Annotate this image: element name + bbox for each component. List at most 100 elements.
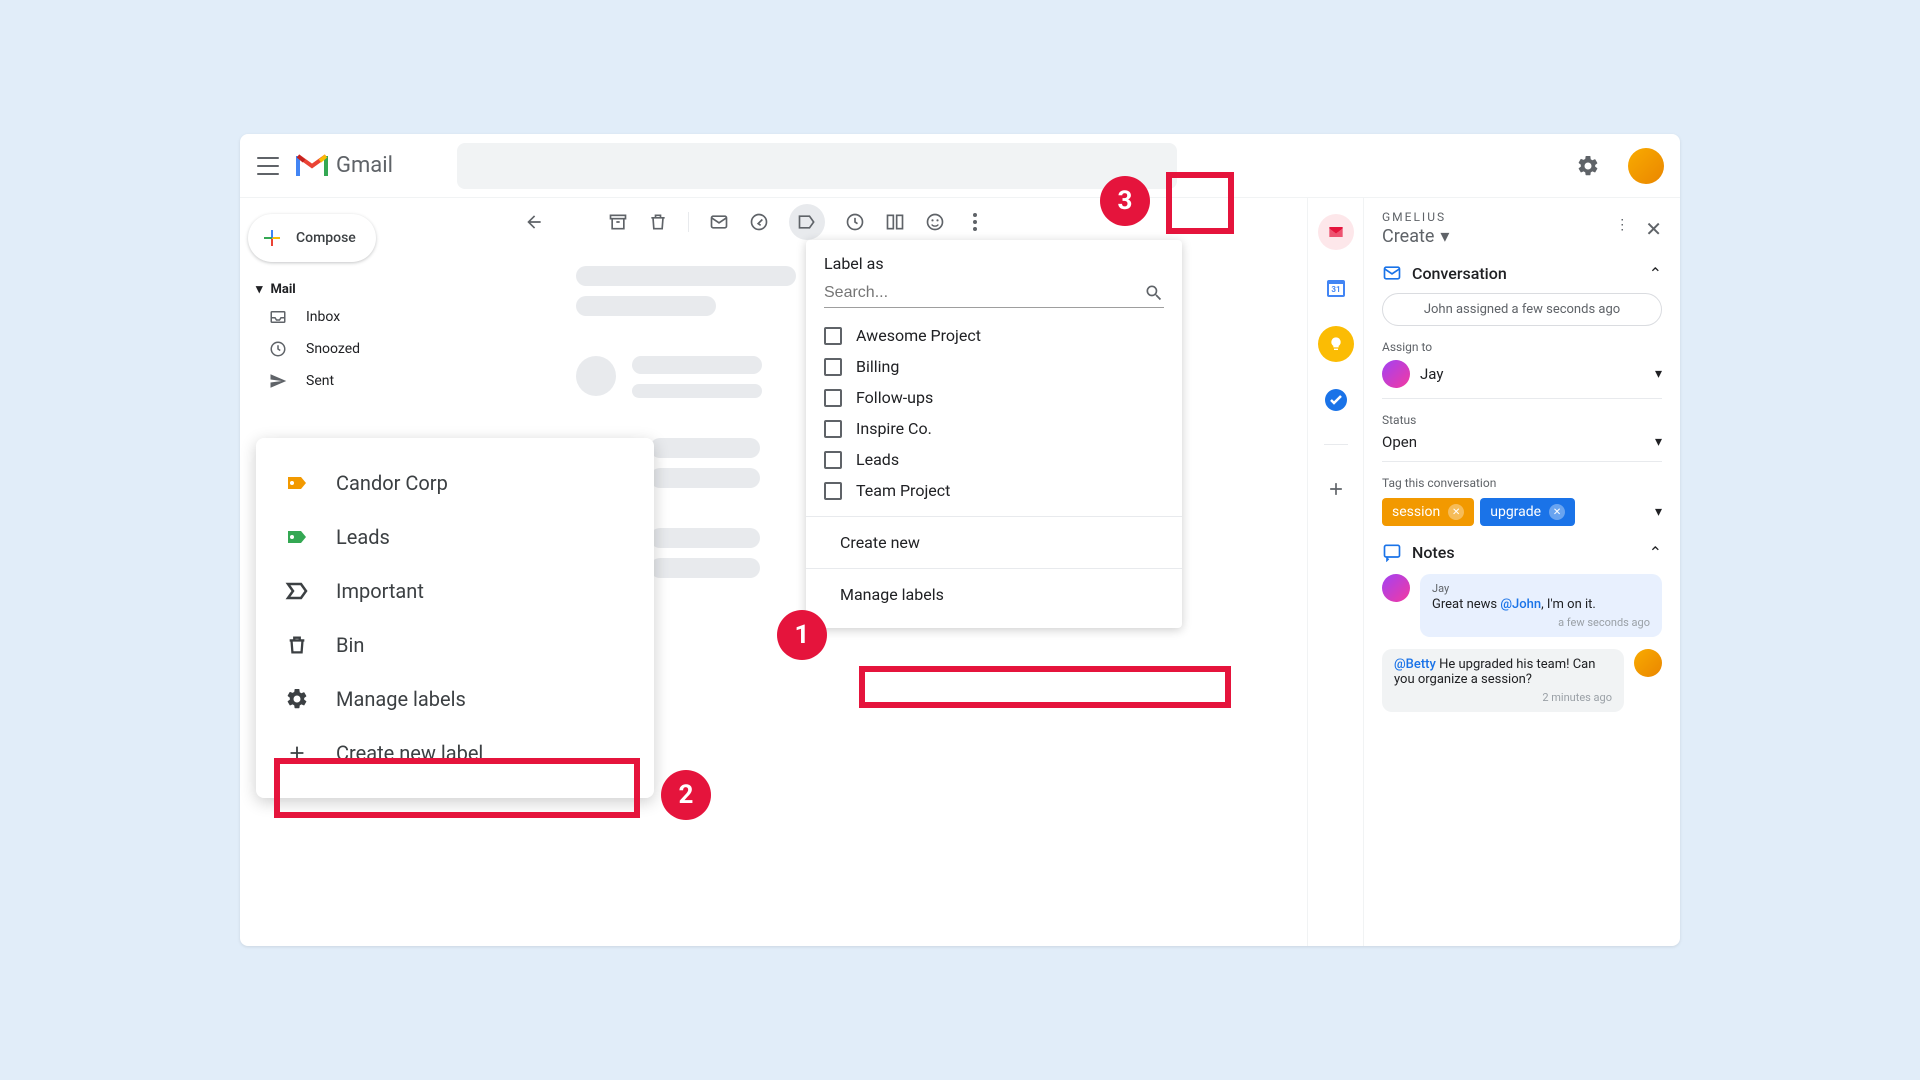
search-input[interactable] (457, 143, 1177, 189)
app-name: Gmail (336, 153, 393, 178)
assignee-name: Jay (1420, 365, 1443, 383)
tag-label: Tag this conversation (1382, 476, 1662, 490)
kebab-icon[interactable]: ⋮ (1615, 217, 1629, 241)
send-icon (268, 371, 288, 391)
conversation-icon (1382, 263, 1402, 283)
gmelius-panel: GMELIUS Create▾ ⋮ ✕ Conversation ⌃ John … (1364, 198, 1680, 946)
create-new-action[interactable]: Create new (806, 523, 1182, 562)
checkbox-icon (824, 358, 842, 376)
move-icon[interactable] (885, 212, 905, 232)
sender-avatar (576, 356, 616, 396)
tag-chip[interactable]: session✕ (1382, 498, 1474, 526)
manage-labels[interactable]: Manage labels (256, 672, 654, 726)
label-option[interactable]: Follow-ups (806, 382, 1182, 413)
checkbox-icon (824, 327, 842, 345)
archive-icon[interactable] (608, 212, 628, 232)
snooze-icon[interactable] (749, 212, 769, 232)
label-important[interactable]: Important (256, 564, 654, 618)
note-avatar (1382, 574, 1410, 602)
chevron-down-icon: ▾ (256, 282, 263, 297)
label-leads[interactable]: Leads (256, 510, 654, 564)
note-avatar (1634, 649, 1662, 677)
chevron-up-icon[interactable]: ⌃ (1649, 264, 1662, 283)
account-avatar[interactable] (1628, 148, 1664, 184)
callout-2: 2 (661, 770, 711, 820)
more-icon[interactable] (925, 212, 945, 232)
chevron-down-icon: ▾ (1655, 366, 1662, 382)
assignee-avatar (1382, 360, 1410, 388)
assign-to-dropdown[interactable]: Jay ▾ (1382, 360, 1662, 399)
tag-chip[interactable]: upgrade✕ (1480, 498, 1575, 526)
sidebar-item-inbox[interactable]: Inbox (240, 301, 496, 333)
close-icon[interactable]: ✕ (1645, 217, 1662, 241)
tasks-app-icon[interactable] (1318, 382, 1354, 418)
label-icon (284, 470, 310, 496)
chevron-up-icon[interactable]: ⌃ (1649, 543, 1662, 562)
calendar-app-icon[interactable]: 31 (1318, 270, 1354, 306)
assignment-pill: John assigned a few seconds ago (1382, 293, 1662, 326)
sidebar-item-sent[interactable]: Sent (240, 365, 496, 397)
delete-icon[interactable] (648, 212, 668, 232)
remove-tag-icon[interactable]: ✕ (1448, 504, 1464, 520)
gmelius-app-icon[interactable] (1318, 214, 1354, 250)
label-icon (284, 524, 310, 550)
label-candor[interactable]: Candor Corp (256, 456, 654, 510)
sent-label: Sent (306, 373, 334, 389)
hamburger-menu-icon[interactable] (256, 154, 280, 178)
skeleton-name (632, 356, 762, 374)
skeleton-body (650, 438, 760, 458)
toolbar-separator (688, 212, 689, 232)
important-icon (284, 578, 310, 604)
keep-app-icon[interactable] (1318, 326, 1354, 362)
remove-tag-icon[interactable]: ✕ (1549, 504, 1565, 520)
add-task-icon[interactable] (845, 212, 865, 232)
label-search-input[interactable] (824, 284, 1144, 302)
gmail-logo: Gmail (296, 153, 393, 178)
checkbox-icon (824, 451, 842, 469)
label-bin[interactable]: Bin (256, 618, 654, 672)
label-icon[interactable] (789, 204, 825, 240)
status-label: Status (1382, 413, 1662, 427)
chevron-down-icon[interactable]: ▾ (1655, 504, 1662, 520)
search-icon (1144, 283, 1164, 303)
callout-1: 1 (777, 610, 827, 660)
create-new-label[interactable]: Create new label (256, 726, 654, 780)
label-option[interactable]: Awesome Project (806, 320, 1182, 351)
mark-unread-icon[interactable] (709, 212, 729, 232)
checkbox-icon (824, 420, 842, 438)
skeleton-meta (632, 384, 762, 398)
gmelius-brand: GMELIUS (1382, 210, 1449, 224)
back-icon[interactable] (524, 212, 544, 232)
inbox-icon (268, 307, 288, 327)
svg-text:31: 31 (1331, 285, 1340, 294)
callout-3: 3 (1100, 176, 1150, 226)
compose-label: Compose (296, 230, 356, 246)
snoozed-label: Snoozed (306, 341, 360, 357)
divider (806, 516, 1182, 517)
label-option[interactable]: Inspire Co. (806, 413, 1182, 444)
note-bubble: Jay Great news @John, I'm on it. a few s… (1420, 574, 1662, 637)
side-apps: 31 (1308, 198, 1364, 946)
label-option[interactable]: Billing (806, 351, 1182, 382)
status-dropdown[interactable]: Open ▾ (1382, 433, 1662, 462)
notes-title: Notes (1412, 543, 1455, 562)
add-app-icon[interactable] (1318, 471, 1354, 507)
kebab-icon[interactable] (965, 212, 985, 232)
skeleton-body (650, 558, 760, 578)
compose-button[interactable]: Compose (248, 214, 376, 262)
gmelius-create-dropdown[interactable]: Create▾ (1382, 226, 1449, 247)
mail-section-toggle[interactable]: ▾ Mail (240, 278, 496, 301)
settings-button[interactable] (1564, 142, 1612, 190)
status-value: Open (1382, 433, 1417, 451)
trash-icon (284, 632, 310, 658)
skeleton-body (650, 528, 760, 548)
sidebar-item-snoozed[interactable]: Snoozed (240, 333, 496, 365)
plus-icon (284, 740, 310, 766)
labels-management-card: Candor Corp Leads Important Bin Manage l… (256, 438, 654, 798)
assign-to-label: Assign to (1382, 340, 1662, 354)
manage-labels-action[interactable]: Manage labels (806, 575, 1182, 614)
label-option[interactable]: Leads (806, 444, 1182, 475)
skeleton-subject (576, 266, 796, 286)
skeleton-body (650, 468, 760, 488)
label-option[interactable]: Team Project (806, 475, 1182, 506)
